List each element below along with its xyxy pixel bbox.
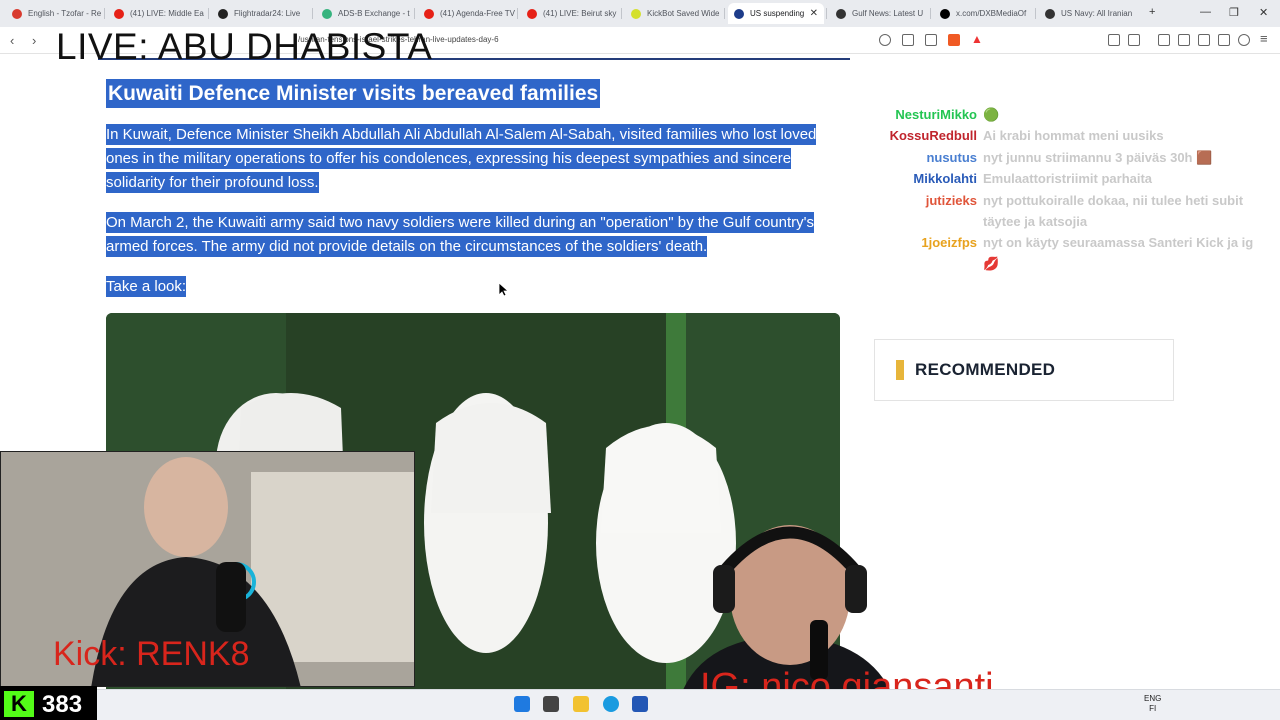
chat-username: nusutus (926, 150, 977, 165)
recommended-panel: RECOMMENDED (874, 339, 1174, 401)
menu-icon[interactable]: ≡ (1260, 31, 1268, 46)
chat-text: nyt junnu striimannu 3 päiväs 30h 🟫 (983, 150, 1213, 165)
tab-separator (104, 8, 105, 19)
tab-title: Gulf News: Latest U (852, 9, 924, 18)
stream-title-overlay: LIVE: ABU DHABISTA (56, 26, 433, 67)
tab-separator (208, 8, 209, 19)
tab-separator (414, 8, 415, 19)
tab-title: KickBot Saved Wide (647, 9, 720, 18)
tab-separator (621, 8, 622, 19)
browser-tab[interactable]: x.com/DXBMediaOf (934, 3, 1033, 24)
media-icon[interactable] (1158, 34, 1170, 46)
browser-tab[interactable]: US Navy: All Iranian (1039, 3, 1139, 24)
tab-separator (517, 8, 518, 19)
browser-tab[interactable]: Flightradar24: Live (212, 3, 310, 24)
tab-separator (930, 8, 931, 19)
tab-favicon-icon (1045, 8, 1055, 19)
chat-text: nyt on käyty seuraamassa Santeri Kick ja… (983, 235, 1254, 271)
minimize-icon[interactable]: — (1200, 6, 1211, 18)
tab-favicon-icon (218, 8, 228, 19)
tab-favicon-icon (322, 8, 332, 19)
chat-username: Mikkolahti (913, 171, 977, 186)
chat-text: Emulaattoristriimit parhaita (983, 171, 1153, 186)
vpn-icon[interactable] (1238, 34, 1250, 46)
chat-text: nyt pottukoiralle dokaa, nii tulee heti … (983, 193, 1244, 229)
tab-title: (41) LIVE: Beirut sky (543, 9, 617, 18)
sidebar-icon[interactable] (1178, 34, 1190, 46)
article-subheading: Kuwaiti Defence Minister visits bereaved… (106, 79, 601, 108)
chat-username: KossuRedbull (889, 128, 977, 143)
brave-shield-icon[interactable] (948, 34, 960, 46)
tab-title: US Navy: All Iranian (1061, 9, 1133, 18)
tab-favicon-icon (12, 8, 22, 19)
take-a-look-label: Take a look: (106, 276, 187, 297)
browser-tab-strip: English - Tzofar - Re (41) LIVE: Middle E… (0, 0, 1280, 27)
tab-separator (1035, 8, 1036, 19)
edge-icon[interactable] (603, 696, 619, 712)
browser-tab[interactable]: (41) LIVE: Beirut sky (521, 3, 619, 24)
back-icon[interactable]: ‹ (10, 33, 14, 48)
tab-title: English - Tzofar - Re (28, 9, 102, 18)
browser-tab[interactable]: (41) Agenda-Free TV (418, 3, 515, 24)
chat-username: NesturiMikko (895, 107, 977, 122)
chat-text: Ai krabi hommat meni uusiks (983, 128, 1164, 143)
tab-favicon-icon (527, 8, 537, 19)
tab-separator (826, 8, 827, 19)
tab-favicon-icon (114, 8, 124, 19)
chat-username: 1joeizfps (921, 235, 977, 250)
chat-username: jutizieks (925, 193, 977, 208)
tab-favicon-icon (631, 8, 641, 19)
tab-title: x.com/DXBMediaOf (956, 9, 1027, 18)
browser-tab[interactable]: KickBot Saved Wide (625, 3, 722, 24)
wallet-icon[interactable] (1198, 34, 1210, 46)
browser-tab[interactable]: (41) LIVE: Middle Ea (108, 3, 206, 24)
extensions-icon[interactable] (1108, 34, 1120, 46)
browser-tab[interactable]: Gulf News: Latest U (830, 3, 928, 24)
tab-title: US suspending (750, 9, 805, 18)
new-tab-button[interactable]: + (1149, 6, 1155, 18)
recommended-heading: RECOMMENDED (915, 360, 1056, 379)
mouse-cursor-icon (499, 283, 509, 297)
forward-icon[interactable]: › (32, 33, 36, 48)
file-explorer-icon[interactable] (573, 696, 589, 712)
tab-favicon-icon (836, 8, 846, 19)
browser-tab[interactable]: US suspending ✕ (728, 3, 824, 24)
share-icon[interactable] (925, 34, 937, 46)
tab-title: ADS-B Exchange - t (338, 9, 410, 18)
kick-viewer-counter: K 383 (0, 686, 97, 720)
task-view-icon[interactable] (543, 696, 559, 712)
tab-favicon-icon (940, 8, 950, 19)
downloads-icon[interactable] (1218, 34, 1230, 46)
store-icon[interactable] (632, 696, 648, 712)
tab-title: Flightradar24: Live (234, 9, 301, 18)
maximize-icon[interactable]: ❐ (1229, 6, 1239, 19)
browser-tab[interactable]: English - Tzofar - Re (6, 3, 102, 24)
tab-close-icon[interactable]: ✕ (810, 8, 818, 19)
tab-favicon-icon (424, 8, 434, 19)
recommended-accent-bar (896, 360, 904, 380)
tab-separator (724, 8, 725, 19)
article-paragraph: On March 2, the Kuwaiti army said two na… (106, 212, 815, 257)
tab-title: (41) Agenda-Free TV (440, 9, 515, 18)
tab-title: (41) LIVE: Middle Ea (130, 9, 204, 18)
cast-icon[interactable] (902, 34, 914, 46)
viewer-count: 383 (42, 691, 83, 718)
zoom-icon[interactable] (879, 34, 891, 46)
brave-rewards-icon[interactable]: ▲ (971, 32, 983, 46)
reader-icon[interactable] (1128, 34, 1140, 46)
kick-logo-icon: K (4, 691, 34, 717)
tab-favicon-icon (734, 8, 744, 19)
article-paragraph: In Kuwait, Defence Minister Sheikh Abdul… (106, 124, 817, 193)
browser-tab[interactable]: ADS-B Exchange - t (316, 3, 412, 24)
window-close-icon[interactable]: ✕ (1259, 6, 1268, 19)
kick-username-overlay: Kick: RENK8 (53, 635, 250, 673)
chat-text: 🟢 (983, 107, 1000, 122)
tab-separator (312, 8, 313, 19)
start-icon[interactable] (514, 696, 530, 712)
input-language-indicator[interactable]: ENG FI (1144, 694, 1161, 714)
